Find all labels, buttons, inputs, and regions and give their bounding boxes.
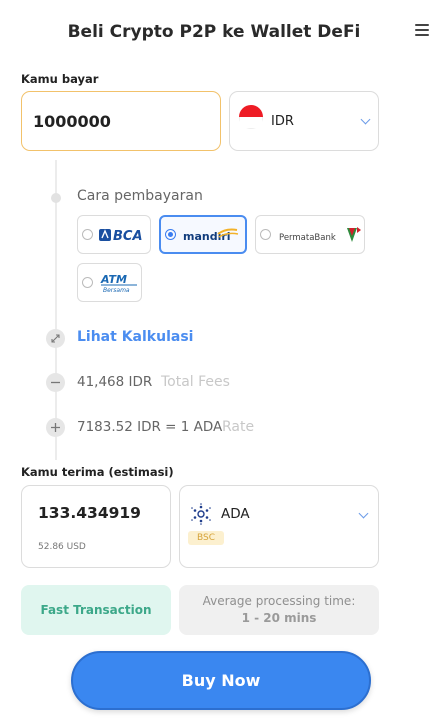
processing-time-label: Average processing time: — [202, 594, 356, 608]
plus-icon — [46, 418, 65, 437]
network-badge: BSC — [188, 531, 225, 545]
chevron-down-icon — [360, 114, 371, 125]
svg-text:PermataBank: PermataBank — [279, 233, 336, 243]
payment-option-atm-bersama[interactable]: ATM Bersama — [77, 263, 142, 302]
minus-icon — [46, 373, 65, 392]
receive-label: Kamu terima (estimasi) — [21, 465, 174, 479]
payment-method-label: Cara pembayaran — [77, 188, 203, 204]
permatabank-logo: PermataBank — [277, 224, 363, 246]
mandiri-logo: mandiri — [182, 225, 240, 245]
page-title: Beli Crypto P2P ke Wallet DeFi — [67, 22, 361, 42]
radio-button[interactable] — [82, 277, 93, 288]
radio-button-selected[interactable] — [165, 229, 176, 240]
hamburger-menu-icon[interactable] — [415, 24, 429, 36]
radio-button[interactable] — [82, 229, 93, 240]
processing-time-box: Average processing time: 1 - 20 mins — [179, 585, 379, 635]
indonesia-flag-icon — [239, 105, 263, 129]
rate-label: Rate — [222, 419, 255, 435]
processing-time-value: 1 - 20 mins — [241, 611, 317, 625]
currency-select[interactable]: IDR — [229, 91, 379, 151]
total-fees-value: 41,468 IDR — [77, 374, 153, 390]
payment-option-permatabank[interactable]: PermataBank — [255, 215, 365, 254]
expand-icon — [46, 329, 65, 348]
receive-usd-value: 52.86 USD — [38, 542, 86, 552]
svg-text:Bersama: Bersama — [103, 287, 130, 294]
coin-code: ADA — [221, 506, 250, 522]
rate-value: 7183.52 IDR = 1 ADA — [77, 419, 223, 435]
timeline-dot — [51, 193, 61, 203]
receive-amount-box: 133.434919 52.86 USD — [21, 485, 171, 568]
payment-option-bca[interactable]: BCA — [77, 215, 151, 254]
chevron-down-icon — [358, 508, 369, 519]
pay-label: Kamu bayar — [21, 72, 99, 86]
currency-code: IDR — [271, 113, 294, 129]
total-fees-label: Total Fees — [161, 374, 230, 390]
view-calculation-link[interactable]: Lihat Kalkulasi — [77, 329, 193, 345]
bca-logo: BCA — [99, 226, 147, 244]
svg-text:ATM: ATM — [100, 273, 127, 286]
timeline-line — [55, 160, 57, 460]
fast-transaction-badge: Fast Transaction — [21, 585, 171, 635]
payment-option-mandiri[interactable]: mandiri — [159, 215, 247, 254]
coin-select[interactable]: ADA BSC — [179, 485, 379, 568]
buy-now-button[interactable]: Buy Now — [71, 651, 371, 710]
atm-bersama-logo: ATM Bersama — [99, 272, 143, 294]
pay-amount-field[interactable] — [21, 91, 221, 151]
radio-button[interactable] — [260, 229, 271, 240]
pay-amount-input[interactable] — [33, 111, 203, 131]
receive-amount: 133.434919 — [38, 504, 141, 522]
cardano-icon — [191, 503, 211, 525]
svg-text:BCA: BCA — [113, 229, 143, 244]
